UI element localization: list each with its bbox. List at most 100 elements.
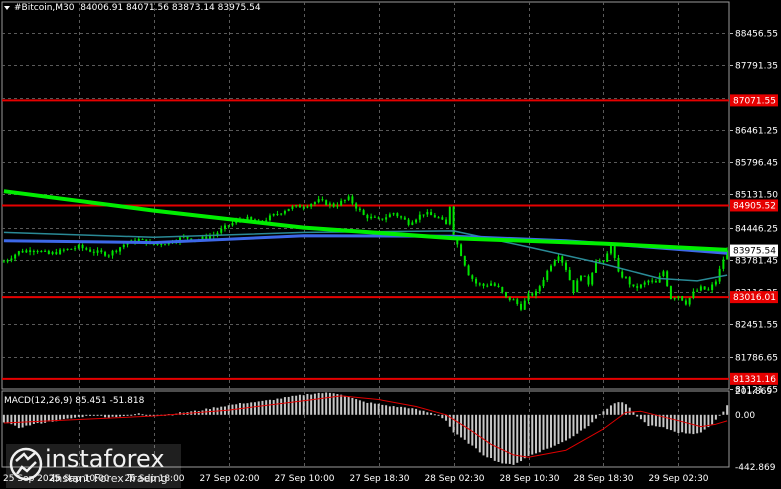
macd-histogram-bar bbox=[302, 395, 305, 415]
candle-body bbox=[280, 213, 283, 215]
candle-body bbox=[332, 203, 335, 207]
level-price-label: 81331.16 bbox=[733, 375, 776, 385]
candle-body bbox=[347, 196, 350, 200]
candle-body bbox=[317, 199, 320, 203]
macd-histogram-bar bbox=[681, 414, 684, 433]
candle-body bbox=[44, 250, 47, 252]
candle-body bbox=[696, 290, 699, 292]
macd-histogram-bar bbox=[594, 414, 597, 419]
candle-body bbox=[606, 253, 609, 262]
macd-histogram-bar bbox=[422, 410, 425, 415]
candle-body bbox=[684, 300, 687, 305]
candle-body bbox=[21, 251, 24, 253]
candle-body bbox=[418, 214, 421, 220]
macd-histogram-bar bbox=[355, 399, 358, 415]
price-tick-label: 87791.35 bbox=[735, 62, 778, 72]
dropdown-triangle-icon[interactable] bbox=[4, 5, 10, 10]
candle-body bbox=[572, 280, 575, 293]
candle-body bbox=[467, 265, 470, 276]
candle-body bbox=[29, 250, 32, 252]
candle-body bbox=[381, 218, 384, 220]
macd-histogram-bar bbox=[666, 414, 669, 430]
candle-body bbox=[587, 276, 590, 285]
macd-histogram-bar bbox=[478, 414, 481, 453]
candle-body bbox=[92, 251, 95, 253]
candle-body bbox=[561, 256, 564, 263]
macd-histogram-bar bbox=[490, 414, 493, 458]
candle-body bbox=[508, 296, 511, 301]
candle-body bbox=[463, 256, 466, 266]
price-tick-label: 86461.25 bbox=[735, 127, 778, 137]
price-tick-label: 83781.45 bbox=[735, 257, 778, 267]
macd-histogram-bar bbox=[493, 414, 496, 461]
candle-body bbox=[527, 293, 530, 301]
macd-histogram-bar bbox=[542, 414, 545, 450]
macd-histogram-bar bbox=[268, 399, 271, 415]
macd-histogram-bar bbox=[21, 414, 24, 428]
macd-histogram-bar bbox=[527, 414, 530, 456]
macd-histogram-bar bbox=[718, 414, 721, 416]
candle-body bbox=[711, 284, 714, 291]
macd-tick-label: -442.869 bbox=[735, 463, 776, 473]
candle-body bbox=[643, 282, 646, 285]
candle-body bbox=[422, 214, 425, 216]
macd-histogram-bar bbox=[508, 414, 511, 464]
macd-histogram-bar bbox=[92, 414, 95, 416]
macd-histogram-bar bbox=[62, 414, 65, 420]
macd-histogram-bar bbox=[126, 414, 129, 416]
candle-body bbox=[445, 219, 448, 225]
candle-body bbox=[703, 286, 706, 290]
candle-body bbox=[66, 248, 69, 250]
price-tick-label: 85796.45 bbox=[735, 159, 778, 169]
candle-body bbox=[325, 200, 328, 206]
candle-body bbox=[452, 206, 455, 237]
candle-body bbox=[688, 297, 691, 305]
macd-histogram-bar bbox=[613, 403, 616, 415]
candle-body bbox=[306, 206, 309, 208]
macd-histogram-bar bbox=[115, 414, 118, 418]
current-price-label: 83975.54 bbox=[733, 247, 776, 257]
macd-histogram-bar bbox=[501, 414, 504, 464]
macd-histogram-bar bbox=[722, 411, 725, 415]
price-tick-label: 82451.55 bbox=[735, 321, 778, 331]
candle-body bbox=[208, 236, 211, 239]
macd-histogram-bar bbox=[325, 392, 328, 415]
macd-histogram-bar bbox=[283, 397, 286, 415]
candle-body bbox=[62, 249, 65, 251]
macd-histogram-bar bbox=[100, 414, 103, 416]
macd-histogram-bar bbox=[669, 414, 672, 431]
candle-body bbox=[621, 271, 624, 278]
macd-histogram-bar bbox=[482, 414, 485, 456]
macd-histogram-bar bbox=[377, 403, 380, 415]
candle-body bbox=[609, 246, 612, 254]
macd-histogram-bar bbox=[643, 414, 646, 423]
price-tick-label: 85131.50 bbox=[735, 191, 778, 201]
time-axis-label: 27 Sep 10:00 bbox=[274, 474, 334, 484]
candle-body bbox=[74, 248, 77, 250]
candle-body bbox=[227, 225, 230, 227]
macd-histogram-bar bbox=[415, 408, 418, 415]
candle-body bbox=[328, 203, 331, 206]
macd-histogram-bar bbox=[373, 403, 376, 415]
macd-histogram-bar bbox=[347, 396, 350, 415]
macd-histogram-bar bbox=[606, 408, 609, 415]
candle-body bbox=[107, 255, 110, 257]
macd-histogram-bar bbox=[579, 414, 582, 431]
macd-histogram-bar bbox=[89, 414, 92, 416]
macd-histogram-bar bbox=[714, 414, 717, 420]
macd-histogram-bar bbox=[497, 414, 500, 462]
macd-histogram-bar bbox=[77, 414, 80, 417]
candle-body bbox=[535, 291, 538, 296]
candle-body bbox=[351, 196, 354, 204]
macd-histogram-bar bbox=[403, 407, 406, 415]
macd-histogram-bar bbox=[295, 395, 298, 415]
macd-histogram-bar bbox=[343, 395, 346, 415]
candle-body bbox=[295, 205, 298, 207]
macd-histogram-bar bbox=[362, 401, 365, 415]
candle-body bbox=[362, 210, 365, 215]
price-chart[interactable]: 88456.5587791.3587126.1586461.2585796.45… bbox=[0, 0, 781, 489]
candle-body bbox=[373, 216, 376, 218]
candle-body bbox=[411, 222, 414, 225]
candle-body bbox=[70, 248, 73, 250]
macd-histogram-bar bbox=[130, 414, 133, 416]
